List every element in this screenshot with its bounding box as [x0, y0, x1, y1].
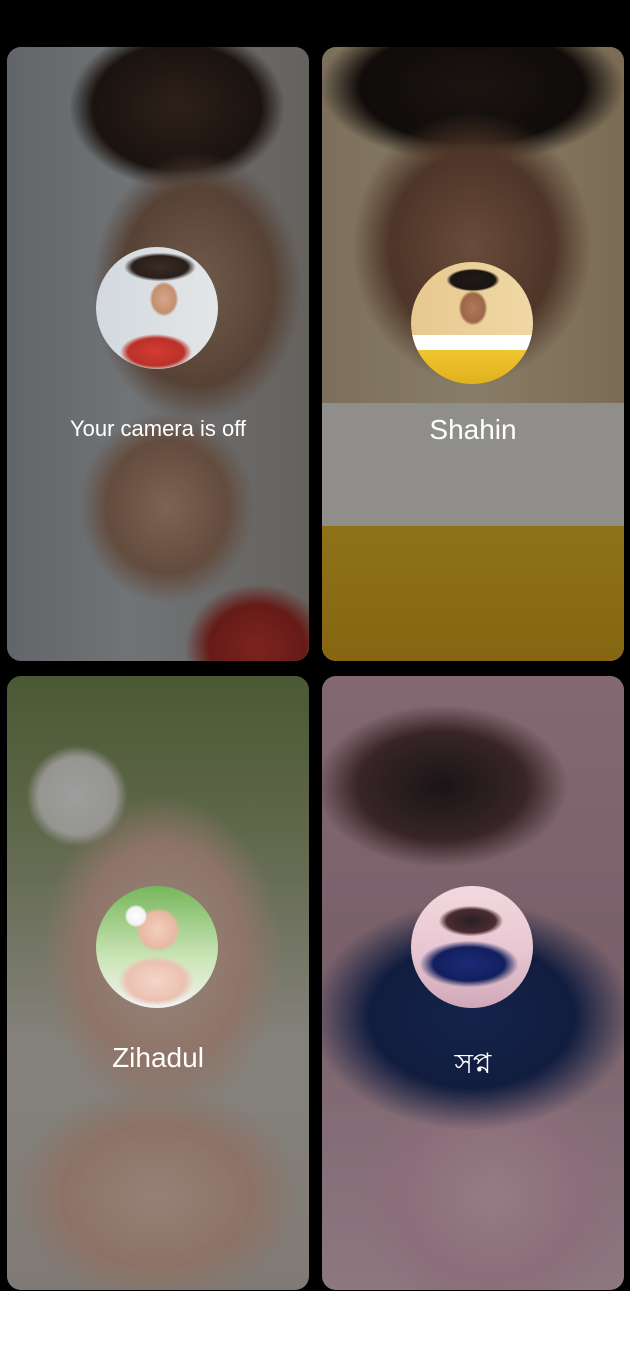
participant-tile-shahin[interactable]: Shahin [322, 47, 624, 661]
avatar-icon [411, 886, 533, 1008]
participant-label: Shahin [429, 414, 517, 445]
bottom-blank-area [0, 1291, 630, 1365]
participant-tile-self[interactable]: Your camera is off [7, 47, 309, 661]
participant-tile-shopno[interactable]: সপ্ন [322, 676, 624, 1290]
participant-label: Zihadul [112, 1042, 204, 1073]
participant-label: Your camera is off [69, 416, 247, 441]
avatar-icon [96, 886, 218, 1008]
participant-label: সপ্ন [454, 1048, 492, 1079]
avatar-icon [96, 247, 218, 369]
participant-tile-zihadul[interactable]: Zihadul [7, 676, 309, 1290]
video-call-grid: Your camera is off Shahin Zihadul সপ্ন [0, 0, 630, 1291]
avatar-icon [411, 262, 533, 384]
